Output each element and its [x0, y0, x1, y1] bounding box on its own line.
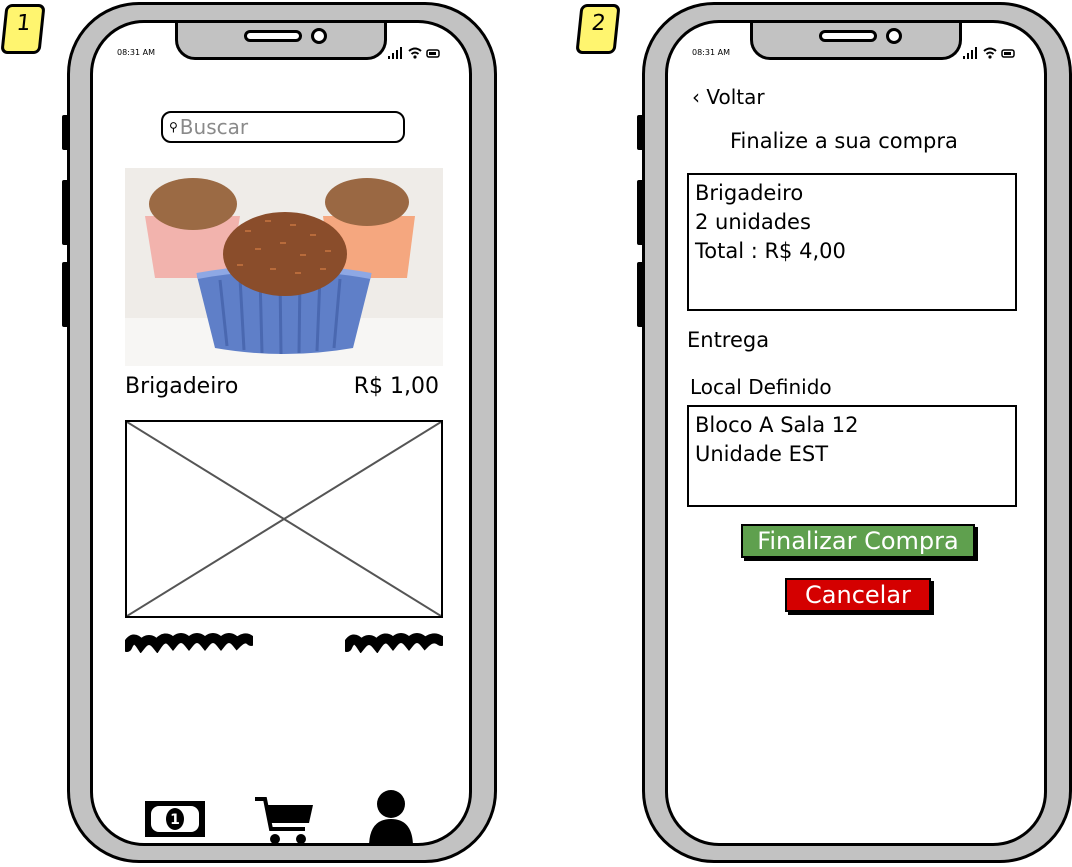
text-placeholder-scribble [345, 633, 443, 653]
step-badge-1: 1 [0, 4, 46, 54]
address-line-2: Unidade EST [695, 442, 829, 466]
search-icon: ⚲ [169, 120, 178, 134]
phone-screen-2: 08:31 AM ‹ Voltar Finalize a sua compra … [665, 20, 1047, 846]
summary-quantity: 2 unidades [695, 210, 811, 234]
product-name: Brigadeiro [125, 374, 239, 399]
cancel-button[interactable]: Cancelar [785, 578, 931, 612]
camera-icon [311, 28, 327, 44]
placeholder-cross-icon [126, 421, 442, 617]
back-link[interactable]: ‹ Voltar [692, 85, 765, 109]
status-icons [962, 47, 1018, 62]
location-label: Local Definido [690, 375, 832, 399]
speaker-icon [819, 30, 877, 42]
text-placeholder-scribble [125, 633, 253, 653]
cart-icon[interactable] [253, 795, 315, 846]
product-image[interactable] [125, 168, 443, 366]
summary-total: Total : R$ 4,00 [695, 239, 846, 263]
phone-frame-1: 08:31 AM ⚲ Buscar Brigadeiro R$ 1,00 1 [67, 2, 497, 863]
search-input[interactable]: ⚲ Buscar [161, 111, 405, 143]
phone-frame-2: 08:31 AM ‹ Voltar Finalize a sua compra … [642, 2, 1072, 863]
phone-notch [175, 23, 387, 60]
summary-product: Brigadeiro [695, 181, 804, 205]
status-time: 08:31 AM [117, 48, 155, 57]
camera-icon [886, 28, 902, 44]
image-placeholder [125, 420, 443, 618]
money-icon[interactable]: 1 [143, 799, 207, 839]
brigadeiro-photo [125, 168, 443, 366]
address-line-1: Bloco A Sala 12 [695, 413, 859, 437]
signal-wifi-battery-icon [963, 47, 1015, 59]
order-summary-box: Brigadeiro 2 unidades Total : R$ 4,00 [687, 173, 1017, 311]
status-icons [387, 47, 443, 62]
product-price: R$ 1,00 [353, 374, 439, 399]
speaker-icon [244, 30, 302, 42]
page-title: Finalize a sua compra [730, 129, 958, 153]
phone-notch [750, 23, 962, 60]
signal-wifi-battery-icon [388, 47, 440, 59]
status-time: 08:31 AM [692, 48, 730, 57]
user-icon[interactable] [367, 789, 415, 846]
phone-screen-1: 08:31 AM ⚲ Buscar Brigadeiro R$ 1,00 1 [90, 20, 472, 846]
step-badge-2: 2 [575, 4, 621, 54]
search-placeholder: Buscar [179, 115, 249, 139]
delivery-label: Entrega [687, 328, 770, 352]
address-field[interactable]: Bloco A Sala 12 Unidade EST [687, 405, 1017, 507]
svg-text:1: 1 [170, 812, 180, 828]
finalize-purchase-button[interactable]: Finalizar Compra [741, 524, 975, 558]
